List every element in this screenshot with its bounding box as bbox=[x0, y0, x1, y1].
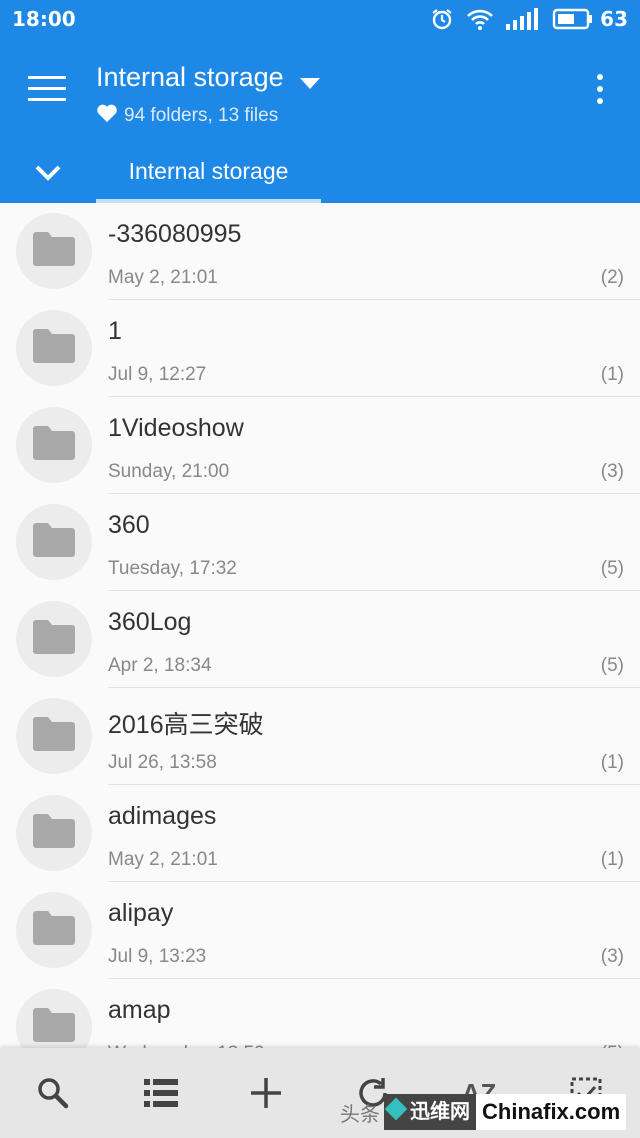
folder-list: -336080995 May 2, 21:01 (2) 1 Jul 9, 12:27 (1… bbox=[0, 203, 640, 1076]
watermark-logo-icon bbox=[384, 1097, 408, 1121]
search-icon bbox=[38, 1078, 69, 1109]
folder-avatar bbox=[16, 698, 92, 774]
folder-icon bbox=[33, 328, 75, 368]
folder-date: Jul 9, 12:27 bbox=[108, 364, 207, 385]
folder-item-count: (3) bbox=[600, 946, 624, 967]
folder-icon bbox=[33, 425, 75, 465]
menu-icon bbox=[28, 76, 66, 79]
watermark-toutiao: 头条 bbox=[340, 1103, 380, 1126]
wifi-icon bbox=[466, 7, 494, 31]
more-vert-dot bbox=[597, 98, 603, 104]
folder-row[interactable]: 1 Jul 9, 12:27 (1) bbox=[0, 300, 640, 397]
watermark-xunwei-text: 迅维网 bbox=[410, 1101, 470, 1123]
watermark: 头条 迅维网 Chinafix.com bbox=[340, 1086, 640, 1138]
more-vert-icon bbox=[597, 74, 603, 80]
subtitle-row: 94 folders, 13 files bbox=[96, 103, 320, 129]
folder-row[interactable]: 360Log Apr 2, 18:34 (5) bbox=[0, 591, 640, 688]
folder-name: 360 bbox=[108, 511, 150, 539]
folder-item-count: (1) bbox=[600, 849, 624, 870]
folder-date: Jul 26, 13:58 bbox=[108, 752, 217, 773]
folder-icon bbox=[33, 522, 75, 562]
folder-item-count: (5) bbox=[600, 558, 624, 579]
heart-icon bbox=[96, 103, 124, 129]
menu-icon-line bbox=[28, 98, 66, 101]
add-icon bbox=[251, 1078, 281, 1108]
folder-row[interactable]: adimages May 2, 21:01 (1) bbox=[0, 785, 640, 882]
search-button[interactable] bbox=[13, 1048, 93, 1138]
folder-name: 1 bbox=[108, 317, 122, 345]
folder-item-count: (5) bbox=[600, 655, 624, 676]
folder-name: alipay bbox=[108, 899, 174, 927]
folder-icon bbox=[33, 619, 75, 659]
page-title: Internal storage bbox=[96, 62, 284, 92]
storage-selector[interactable]: Internal storage 94 folders, 13 files bbox=[96, 58, 320, 129]
folder-date: May 2, 21:01 bbox=[108, 267, 218, 288]
tab-internal-storage[interactable]: Internal storage bbox=[96, 141, 321, 203]
app-bar: Internal storage 94 folders, 13 files In… bbox=[0, 38, 640, 203]
watermark-chinafix: Chinafix.com bbox=[476, 1094, 627, 1130]
alarm-icon bbox=[430, 7, 454, 31]
title-row: Internal storage bbox=[96, 58, 320, 97]
folder-name: 2016高三突破 bbox=[108, 711, 264, 739]
folder-item-count: (3) bbox=[600, 461, 624, 482]
folder-date: Apr 2, 18:34 bbox=[108, 655, 212, 676]
folder-date: May 2, 21:01 bbox=[108, 849, 218, 870]
more-vert-dot bbox=[597, 86, 603, 92]
dropdown-caret-icon bbox=[299, 66, 320, 97]
folder-icon bbox=[33, 1007, 75, 1047]
folder-name: 1Videoshow bbox=[108, 414, 244, 442]
folder-row[interactable]: 2016高三突破 Jul 26, 13:58 (1) bbox=[0, 688, 640, 785]
battery-icon bbox=[552, 8, 594, 30]
folder-avatar bbox=[16, 407, 92, 483]
chevron-down-icon bbox=[35, 165, 61, 181]
folder-name: -336080995 bbox=[108, 220, 242, 248]
folder-icon bbox=[33, 813, 75, 853]
folder-avatar bbox=[16, 213, 92, 289]
folder-row[interactable]: -336080995 May 2, 21:01 (2) bbox=[0, 203, 640, 300]
list-view-icon bbox=[144, 1079, 178, 1107]
folder-item-count: (2) bbox=[600, 267, 624, 288]
collapse-button[interactable] bbox=[34, 164, 62, 187]
folder-name: adimages bbox=[108, 802, 217, 830]
folder-icon bbox=[33, 716, 75, 756]
status-bar: 18:00 63 bbox=[0, 0, 640, 38]
folder-icon bbox=[33, 910, 75, 950]
folder-avatar bbox=[16, 310, 92, 386]
folder-avatar bbox=[16, 892, 92, 968]
folder-item-count: (1) bbox=[600, 752, 624, 773]
folder-icon bbox=[33, 231, 75, 271]
folder-avatar bbox=[16, 601, 92, 677]
folder-item-count: (1) bbox=[600, 364, 624, 385]
folder-row[interactable]: 1Videoshow Sunday, 21:00 (3) bbox=[0, 397, 640, 494]
add-button[interactable] bbox=[226, 1048, 306, 1138]
folder-date: Jul 9, 13:23 bbox=[108, 946, 207, 967]
tab-label: Internal storage bbox=[128, 158, 289, 184]
folder-row[interactable]: alipay Jul 9, 13:23 (3) bbox=[0, 882, 640, 979]
status-time: 18:00 bbox=[12, 7, 76, 31]
signal-icon bbox=[506, 8, 540, 30]
folder-avatar bbox=[16, 795, 92, 871]
folder-name: amap bbox=[108, 996, 171, 1024]
list-view-button[interactable] bbox=[121, 1048, 201, 1138]
folder-avatar bbox=[16, 504, 92, 580]
folder-name: 360Log bbox=[108, 608, 192, 636]
status-icons: 63 bbox=[430, 6, 628, 32]
watermark-xunwei: 迅维网 bbox=[384, 1094, 476, 1130]
menu-button[interactable] bbox=[28, 74, 66, 104]
more-options-button[interactable] bbox=[590, 74, 610, 106]
folder-row[interactable]: 360 Tuesday, 17:32 (5) bbox=[0, 494, 640, 591]
folder-date: Tuesday, 17:32 bbox=[108, 558, 237, 579]
battery-level: 63 bbox=[600, 7, 628, 31]
folder-date: Sunday, 21:00 bbox=[108, 461, 230, 482]
folder-file-count: 94 folders, 13 files bbox=[124, 105, 279, 126]
menu-icon-line bbox=[28, 87, 66, 90]
